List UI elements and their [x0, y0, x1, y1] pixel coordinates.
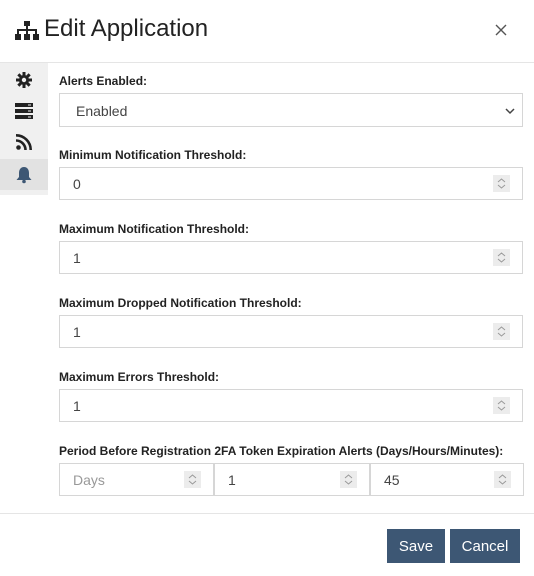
close-icon[interactable]	[493, 22, 509, 38]
rss-icon	[16, 133, 32, 150]
spinner-icon[interactable]	[494, 471, 511, 488]
spinner-icon[interactable]	[493, 397, 510, 414]
modal-title: Edit Application	[44, 15, 209, 42]
chevron-down-icon	[505, 108, 515, 115]
sitemap-icon	[15, 21, 39, 40]
alerts-enabled-label: Alerts Enabled:	[59, 74, 148, 88]
token-minutes-value: 45	[384, 472, 400, 488]
server-icon	[15, 102, 33, 119]
sidebar-item-settings[interactable]	[0, 64, 48, 95]
sidebar-item-servers[interactable]	[0, 95, 48, 126]
max-notification-input[interactable]: 1	[59, 241, 523, 274]
max-errors-label: Maximum Errors Threshold:	[59, 370, 220, 384]
token-minutes-input[interactable]: 45	[370, 463, 524, 496]
max-errors-input[interactable]: 1	[59, 389, 523, 422]
token-hours-value: 1	[228, 472, 236, 488]
spinner-icon[interactable]	[340, 471, 357, 488]
footer-divider	[0, 513, 534, 514]
sidebar-item-alerts[interactable]	[0, 159, 48, 190]
alerts-enabled-value: Enabled	[76, 103, 128, 119]
sidebar	[0, 63, 48, 195]
spinner-icon[interactable]	[184, 471, 201, 488]
min-notification-value: 0	[73, 176, 81, 192]
max-dropped-value: 1	[73, 324, 81, 340]
gear-icon	[16, 71, 32, 88]
token-expiration-label: Period Before Registration 2FA Token Exp…	[59, 444, 504, 458]
cancel-button[interactable]: Cancel	[450, 529, 520, 563]
spinner-icon[interactable]	[493, 249, 510, 266]
modal-header: Edit Application	[0, 0, 534, 63]
max-dropped-input[interactable]: 1	[59, 315, 523, 348]
spinner-icon[interactable]	[493, 175, 510, 192]
token-hours-input[interactable]: 1	[214, 463, 370, 496]
max-errors-value: 1	[73, 398, 81, 414]
spinner-icon[interactable]	[493, 323, 510, 340]
sidebar-item-feed[interactable]	[0, 126, 48, 157]
token-days-placeholder: Days	[73, 472, 105, 488]
bell-icon	[16, 166, 32, 183]
alerts-enabled-select[interactable]: Enabled	[59, 93, 523, 127]
min-notification-input[interactable]: 0	[59, 167, 523, 200]
max-notification-value: 1	[73, 250, 81, 266]
max-dropped-label: Maximum Dropped Notification Threshold:	[59, 296, 302, 310]
min-notification-label: Minimum Notification Threshold:	[59, 148, 247, 162]
save-button[interactable]: Save	[387, 529, 445, 563]
max-notification-label: Maximum Notification Threshold:	[59, 222, 250, 236]
token-days-input[interactable]: Days	[59, 463, 214, 496]
